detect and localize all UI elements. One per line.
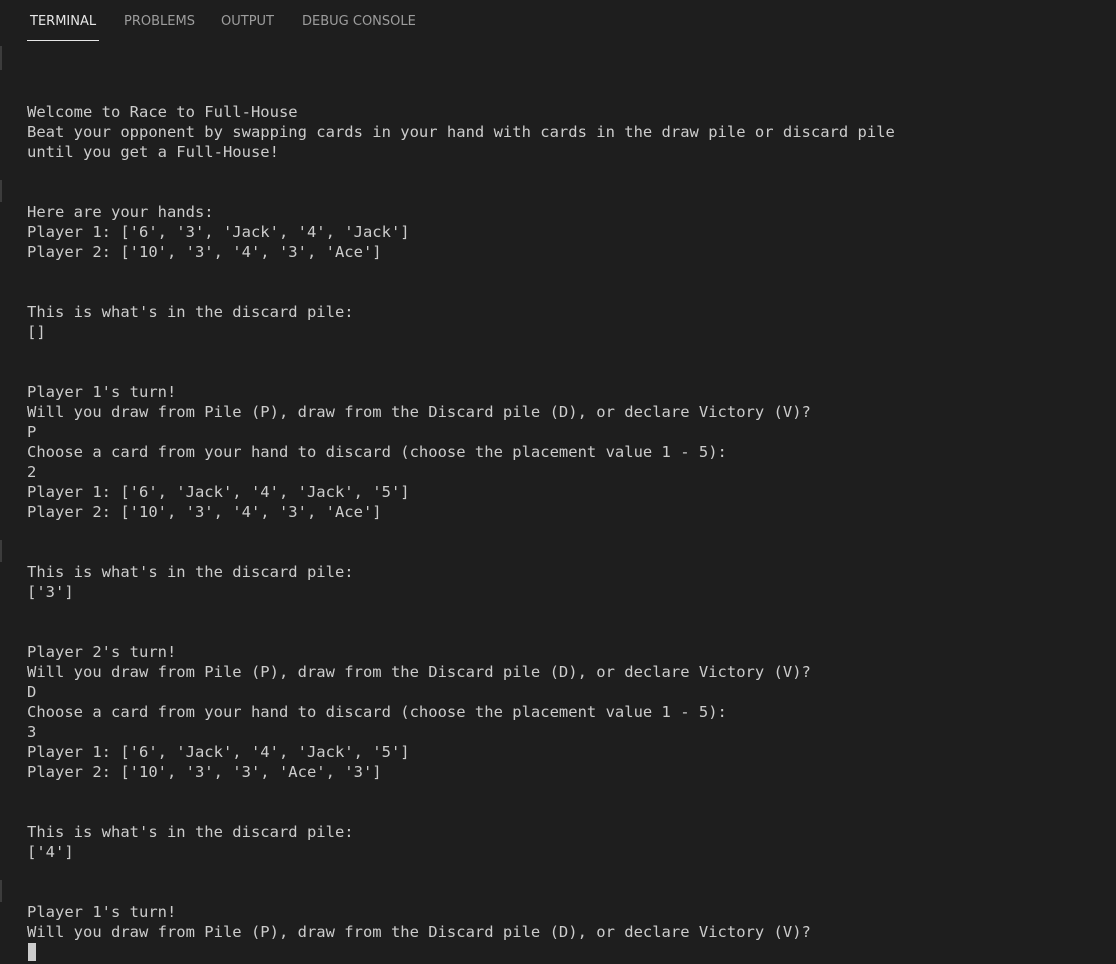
terminal-line: ['4'] [27,843,74,861]
terminal-line: Beat your opponent by swapping cards in … [27,123,895,141]
gutter-mark [0,46,2,70]
terminal-line: Player 2: ['10', '3', '4', '3', 'Ace'] [27,503,382,521]
gutter-mark [0,180,2,202]
terminal-line: Player 1: ['6', 'Jack', '4', 'Jack', '5'… [27,483,410,501]
terminal-line: Player 2's turn! [27,643,177,661]
gutter-mark [0,540,2,562]
terminal-line: This is what's in the discard pile: [27,823,354,841]
terminal-line: 3 [27,723,37,741]
terminal-line: Will you draw from Pile (P), draw from t… [27,663,811,681]
terminal-line: Player 1's turn! [27,903,177,921]
terminal-line: P [27,423,37,441]
terminal-line: [] [27,323,46,341]
terminal-line: Will you draw from Pile (P), draw from t… [27,923,811,941]
terminal-line: Player 2: ['10', '3', '3', 'Ace', '3'] [27,763,382,781]
gutter-mark [0,880,2,902]
terminal-line: This is what's in the discard pile: [27,563,354,581]
terminal-line: Choose a card from your hand to discard … [27,443,727,461]
terminal-output[interactable]: Welcome to Race to Full-House Beat your … [27,0,1107,964]
terminal-line: D [27,683,37,701]
terminal-line: Player 1: ['6', '3', 'Jack', '4', 'Jack'… [27,223,410,241]
terminal-line: Player 1: ['6', 'Jack', '4', 'Jack', '5'… [27,743,410,761]
terminal-line: This is what's in the discard pile: [27,303,354,321]
terminal-line: Player 1's turn! [27,383,177,401]
terminal-line: 2 [27,463,37,481]
terminal-line: ['3'] [27,583,74,601]
terminal-line: Here are your hands: [27,203,214,221]
terminal-line: Welcome to Race to Full-House [27,103,298,121]
terminal-cursor [28,943,36,961]
terminal-line: until you get a Full-House! [27,143,279,161]
terminal-line: Will you draw from Pile (P), draw from t… [27,403,811,421]
terminal-panel: TERMINAL PROBLEMS OUTPUT DEBUG CONSOLE W… [0,0,1116,964]
terminal-line: Choose a card from your hand to discard … [27,703,727,721]
terminal-line: Player 2: ['10', '3', '4', '3', 'Ace'] [27,243,382,261]
